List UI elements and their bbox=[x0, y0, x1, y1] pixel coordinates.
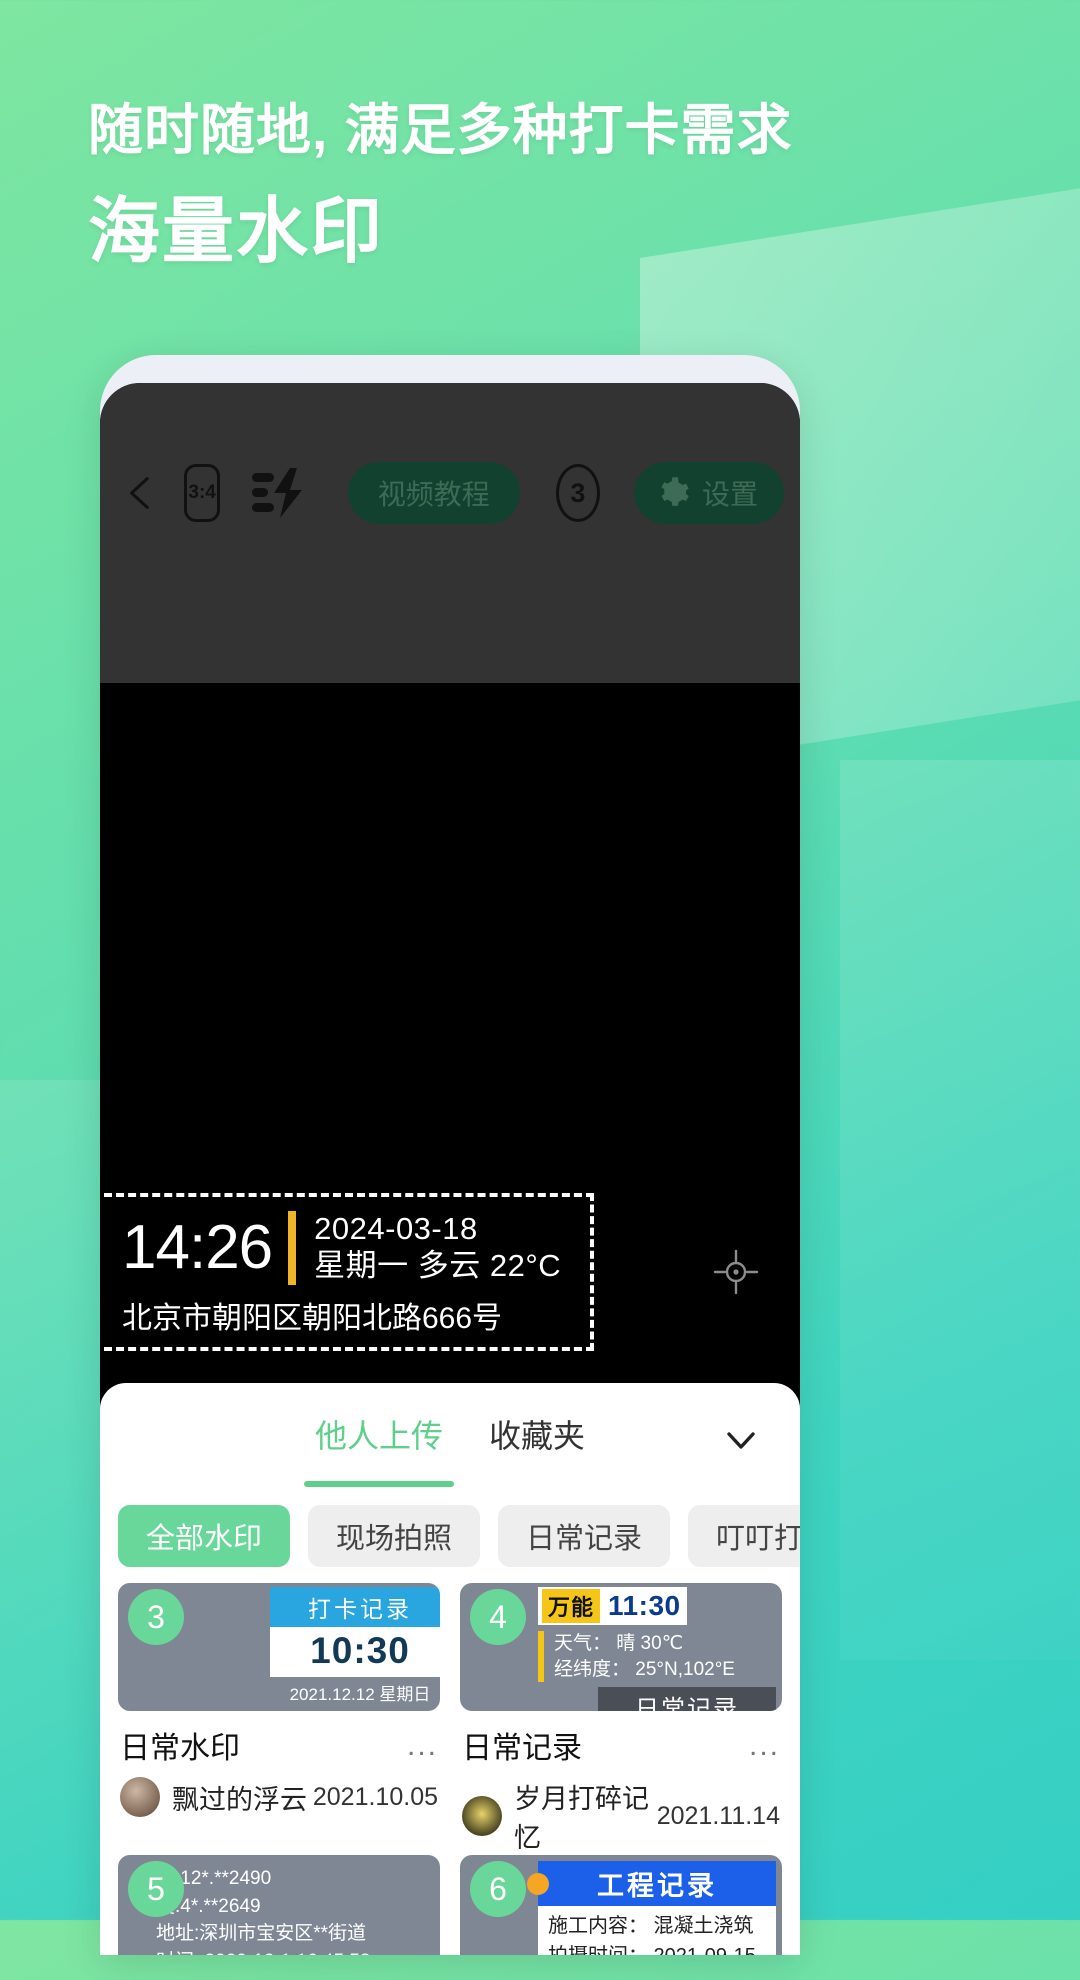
promo-headline: 随时随地, 满足多种打卡需求 海量水印 bbox=[88, 96, 1008, 277]
watermark-weekday-weather: 星期一 多云 22°C bbox=[314, 1248, 562, 1283]
checkin-watermark-preview: 打卡记录 10:30 2021.12.12 星期日 上海市·浦东南田路 bbox=[270, 1587, 440, 1711]
flash-icon bbox=[251, 468, 302, 518]
engineering-dot-icon bbox=[527, 1872, 549, 1895]
watermark-grid: 3 打卡记录 10:30 2021.12.12 星期日 上海市·浦东南田路 日常… bbox=[100, 1567, 800, 1955]
engineering-head-label: 工程记录 bbox=[527, 1861, 776, 1906]
watermark-title: 日常记录 bbox=[462, 1732, 582, 1765]
universal-accent-bar bbox=[538, 1631, 544, 1683]
checkin-head-label: 打卡记录 bbox=[270, 1587, 440, 1627]
watermark-primary-row: 14:26 2024-03-18 星期一 多云 22°C bbox=[122, 1211, 574, 1285]
engineering-content: 施工内容： 混凝土浇筑 bbox=[548, 1915, 754, 1937]
watermark-meta: 2024-03-18 星期一 多云 22°C bbox=[314, 1211, 561, 1284]
avatar bbox=[120, 1777, 160, 1817]
watermark-thumbnail[interactable]: 4 万能 11:30 天气： 晴 30℃ 经纬度： 25°N,102°E 日常记… bbox=[460, 1583, 782, 1711]
watermark-date: 2024-03-18 bbox=[314, 1211, 478, 1247]
watermark-grid-item[interactable]: 6 工程记录 施工内容： 混凝土浇筑 拍摄时间： 2021-09-15 11:3… bbox=[460, 1855, 782, 1955]
watermark-overlay[interactable]: 14:26 2024-03-18 星期一 多云 22°C 北京市朝阳区朝阳北路6… bbox=[104, 1193, 594, 1351]
background-panel-right bbox=[840, 760, 1080, 1660]
headline-line-1: 随时随地, 满足多种打卡需求 bbox=[88, 99, 793, 161]
universal-weather: 天气： 晴 30℃ bbox=[554, 1633, 684, 1654]
checkin-date: 2021.12.12 星期日 bbox=[289, 1685, 431, 1704]
watermark-author-row: 飘过的浮云 2021.10.05 bbox=[120, 1777, 438, 1817]
category-chip-row[interactable]: 全部水印 现场拍照 日常记录 叮叮打卡 AI水印 bbox=[100, 1491, 800, 1567]
gps-time: 时间: 2020-12-1 16:45:58 bbox=[156, 1948, 434, 1955]
aspect-ratio-label: 3:4 bbox=[188, 482, 216, 503]
gps-watermark-preview: 度:12*.**2490 度:4*.**2649 地址:深圳市宝安区**街道 时… bbox=[156, 1865, 434, 1955]
watermark-author-row: 岁月打碎记忆 2021.11.14 bbox=[462, 1777, 780, 1855]
watermark-separator-bar bbox=[288, 1211, 297, 1285]
universal-time: 11:30 bbox=[608, 1590, 681, 1621]
tab-others-upload[interactable]: 他人上传 bbox=[315, 1411, 443, 1463]
avatar bbox=[462, 1796, 502, 1836]
gps-latitude: 度:4*.**2649 bbox=[156, 1895, 261, 1917]
universal-lines: 天气： 晴 30℃ 经纬度： 25°N,102°E bbox=[554, 1631, 735, 1682]
watermark-grid-item[interactable]: 3 打卡记录 10:30 2021.12.12 星期日 上海市·浦东南田路 日常… bbox=[118, 1583, 440, 1855]
settings-label: 设置 bbox=[701, 479, 758, 510]
upload-date: 2021.11.14 bbox=[656, 1801, 780, 1830]
engineering-body: 施工内容： 混凝土浇筑 拍摄时间： 2021-09-15 11:30 bbox=[538, 1906, 776, 1955]
author-name: 岁月打碎记忆 bbox=[514, 1784, 649, 1853]
universal-footer-label: 日常记录 bbox=[598, 1687, 776, 1711]
aspect-ratio-button[interactable]: 3:4 bbox=[184, 464, 220, 522]
phone-mockup: 3:4 视频教程 3 设置 14:26 2024-03-18 星期一 多云 22… bbox=[100, 355, 800, 1955]
watermark-address: 北京市朝阳区朝阳北路666号 bbox=[122, 1302, 503, 1335]
focus-crosshair-icon[interactable] bbox=[712, 1248, 760, 1296]
timer-count-button[interactable]: 3 bbox=[555, 464, 600, 522]
watermark-grid-item[interactable]: 5 度:12*.**2490 度:4*.**2649 地址:深圳市宝安区**街道… bbox=[118, 1855, 440, 1955]
back-button[interactable] bbox=[116, 460, 164, 526]
chevron-left-icon bbox=[130, 477, 149, 509]
rank-badge: 3 bbox=[128, 1589, 184, 1645]
watermark-title-row: 日常记录 ... bbox=[462, 1723, 780, 1767]
chip-onsite-photo[interactable]: 现场拍照 bbox=[308, 1505, 481, 1567]
gps-address: 地址:深圳市宝安区**街道 bbox=[156, 1923, 367, 1945]
chevron-down-icon bbox=[727, 1432, 755, 1449]
tab-favorites[interactable]: 收藏夹 bbox=[489, 1411, 585, 1463]
chip-all-watermarks[interactable]: 全部水印 bbox=[118, 1505, 291, 1567]
checkin-location: 上海市·浦东南田路 bbox=[270, 1708, 440, 1711]
watermark-grid-item[interactable]: 4 万能 11:30 天气： 晴 30℃ 经纬度： 25°N,102°E 日常记… bbox=[460, 1583, 782, 1855]
watermark-thumbnail[interactable]: 5 度:12*.**2490 度:4*.**2649 地址:深圳市宝安区**街道… bbox=[118, 1855, 440, 1955]
settings-button[interactable]: 设置 bbox=[633, 462, 784, 524]
flash-button[interactable] bbox=[250, 463, 314, 523]
camera-viewfinder[interactable]: 14:26 2024-03-18 星期一 多云 22°C 北京市朝阳区朝阳北路6… bbox=[100, 683, 800, 1423]
engineering-shoot-time: 拍摄时间： 2021-09-15 11:30 bbox=[548, 1941, 766, 1955]
video-tutorial-label: 视频教程 bbox=[377, 479, 490, 510]
universal-body: 天气： 晴 30℃ 经纬度： 25°N,102°E bbox=[538, 1631, 776, 1683]
headline-line-2: 海量水印 bbox=[88, 191, 385, 272]
checkin-time: 10:30 bbox=[270, 1627, 440, 1677]
watermark-meta-block: 日常记录 ... 岁月打碎记忆 2021.11.14 bbox=[460, 1711, 782, 1855]
author-name: 飘过的浮云 bbox=[172, 1784, 307, 1815]
watermark-time: 14:26 bbox=[122, 1213, 273, 1282]
rank-badge: 5 bbox=[128, 1861, 184, 1917]
rank-badge: 6 bbox=[470, 1861, 526, 1917]
universal-coordinates: 经纬度： 25°N,102°E bbox=[554, 1658, 735, 1680]
watermark-picker-sheet: 他人上传 收藏夹 全部水印 现场拍照 日常记录 叮叮打卡 AI水印 bbox=[100, 1383, 800, 1955]
more-options-button[interactable]: ... bbox=[749, 1723, 780, 1761]
engineering-watermark-preview: 工程记录 施工内容： 混凝土浇筑 拍摄时间： 2021-09-15 11:30 bbox=[527, 1861, 776, 1955]
upload-date: 2021.10.05 bbox=[312, 1782, 438, 1811]
more-options-button[interactable]: ... bbox=[407, 1723, 438, 1761]
camera-toolbar: 3:4 视频教程 3 设置 bbox=[100, 453, 800, 533]
watermark-meta-block: 日常水印 ... 飘过的浮云 2021.10.05 bbox=[118, 1711, 440, 1817]
collapse-sheet-button[interactable] bbox=[720, 1419, 762, 1461]
phone-screen: 3:4 视频教程 3 设置 14:26 2024-03-18 星期一 多云 22… bbox=[100, 383, 800, 1955]
gear-icon bbox=[661, 477, 689, 506]
sheet-tab-bar: 他人上传 收藏夹 bbox=[100, 1383, 800, 1491]
universal-tag: 万能 bbox=[542, 1589, 601, 1623]
rank-badge: 4 bbox=[470, 1589, 526, 1645]
gps-longitude: 度:12*.**2490 bbox=[156, 1868, 272, 1889]
watermark-thumbnail[interactable]: 6 工程记录 施工内容： 混凝土浇筑 拍摄时间： 2021-09-15 11:3… bbox=[460, 1855, 782, 1955]
watermark-title: 日常水印 bbox=[120, 1732, 240, 1765]
universal-head-row: 万能 11:30 bbox=[538, 1587, 687, 1625]
video-tutorial-button[interactable]: 视频教程 bbox=[347, 462, 520, 524]
watermark-title-row: 日常水印 ... bbox=[120, 1723, 438, 1767]
watermark-thumbnail[interactable]: 3 打卡记录 10:30 2021.12.12 星期日 上海市·浦东南田路 bbox=[118, 1583, 440, 1711]
universal-watermark-preview: 万能 11:30 天气： 晴 30℃ 经纬度： 25°N,102°E 日常记录 bbox=[538, 1587, 776, 1711]
camera-top-bar: 3:4 视频教程 3 设置 bbox=[100, 383, 800, 683]
chip-daily-record[interactable]: 日常记录 bbox=[498, 1505, 671, 1567]
chip-dingding-checkin[interactable]: 叮叮打卡 bbox=[688, 1505, 800, 1567]
timer-count-label: 3 bbox=[570, 477, 586, 508]
